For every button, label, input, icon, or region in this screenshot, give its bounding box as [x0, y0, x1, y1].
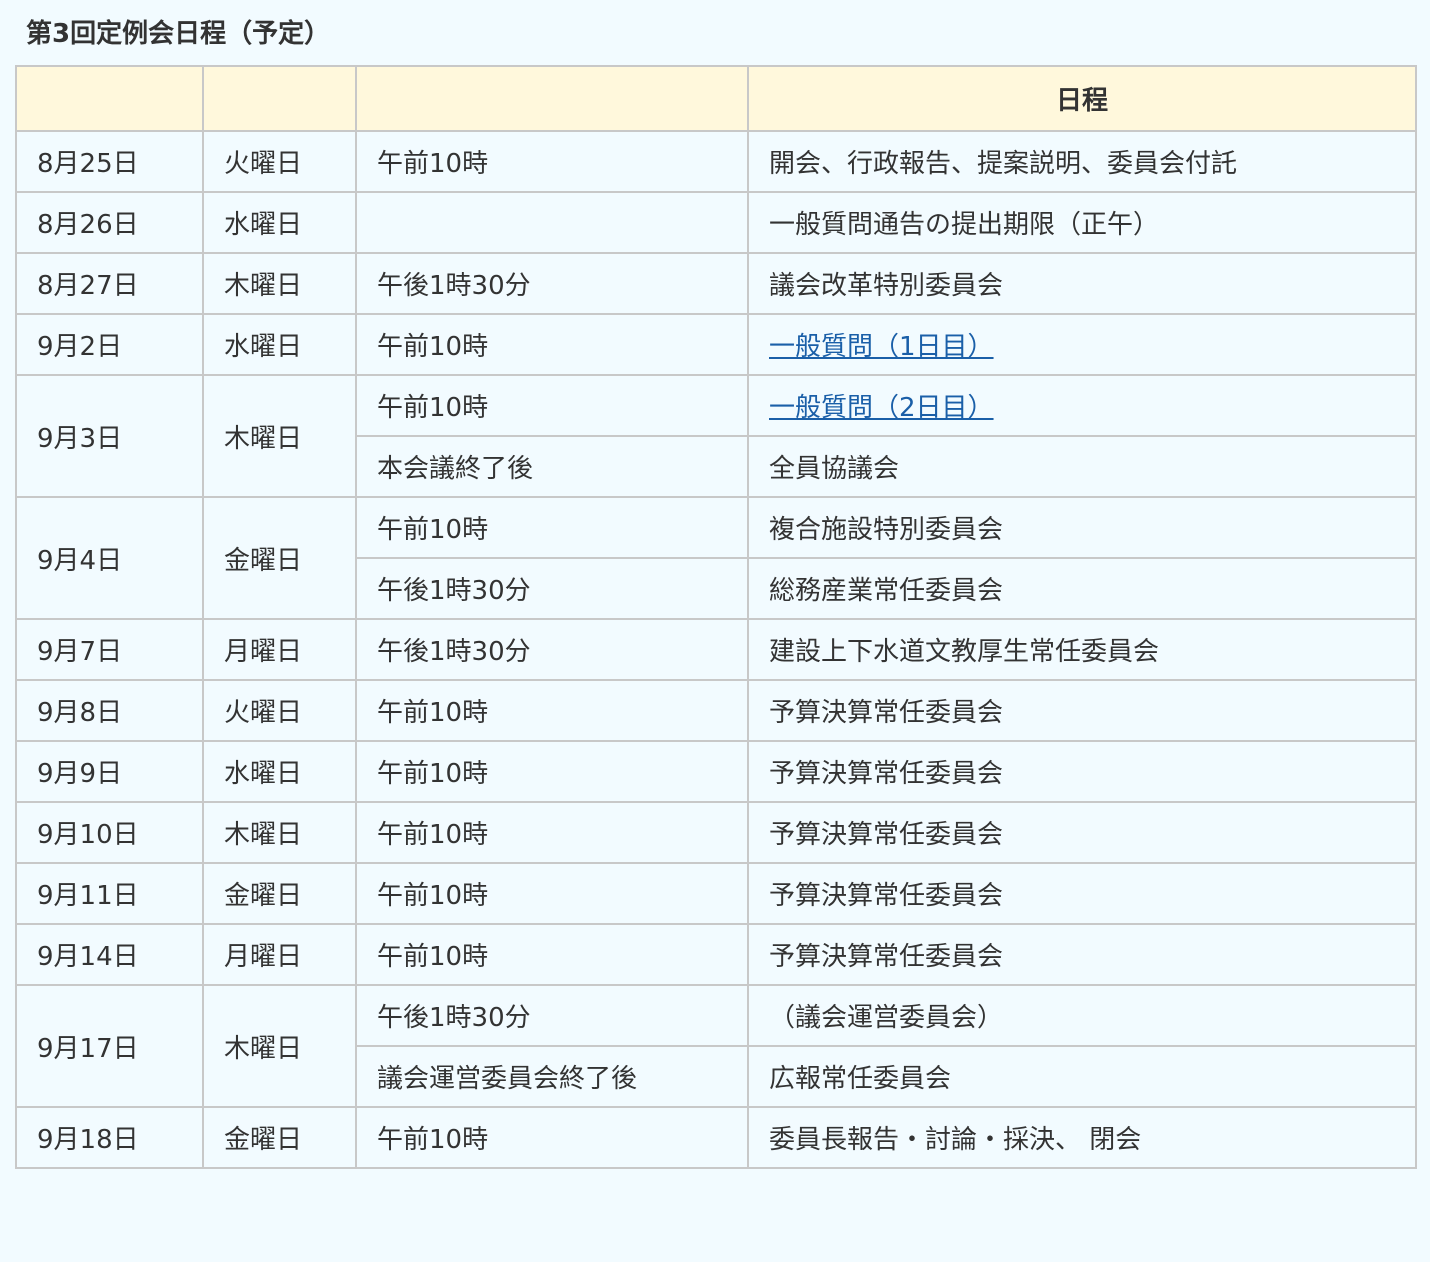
- time-cell: 午後1時30分: [355, 984, 749, 1047]
- weekday-cell: 月曜日: [202, 618, 357, 681]
- schedule-cell: 議会改革特別委員会: [747, 252, 1417, 315]
- time-cell: 本会議終了後: [355, 435, 749, 498]
- table-row: 9月3日 木曜日 午前10時 一般質問（2日目）: [15, 374, 1417, 498]
- schedule-cell: 予算決算常任委員会: [747, 679, 1417, 742]
- weekday-cell: 火曜日: [202, 679, 357, 742]
- table-row: 9月10日 木曜日 午前10時 予算決算常任委員会: [15, 801, 1417, 864]
- time-cell: 午前10時: [355, 374, 749, 437]
- table-row: 9月11日 金曜日 午前10時 予算決算常任委員会: [15, 862, 1417, 925]
- header-schedule: 日程: [747, 65, 1417, 132]
- time-cell: 午後1時30分: [355, 618, 749, 681]
- date-cell: 9月2日: [15, 313, 204, 376]
- header-time: [355, 65, 749, 132]
- time-cell: 午前10時: [355, 1106, 749, 1169]
- header-date: [15, 65, 204, 132]
- schedule-cell: 一般質問（1日目）: [747, 313, 1417, 376]
- date-cell: 9月3日: [15, 374, 204, 498]
- date-cell: 9月14日: [15, 923, 204, 986]
- table-row: 9月18日 金曜日 午前10時 委員長報告・討論・採決、 閉会: [15, 1106, 1417, 1169]
- time-cell: 午前10時: [355, 740, 749, 803]
- schedule-cell: 予算決算常任委員会: [747, 801, 1417, 864]
- table-row: 8月27日 木曜日 午後1時30分 議会改革特別委員会: [15, 252, 1417, 315]
- time-cell: 午前10時: [355, 496, 749, 559]
- header-weekday: [202, 65, 357, 132]
- schedule-cell: （議会運営委員会）: [747, 984, 1417, 1047]
- schedule-cell: 委員長報告・討論・採決、 閉会: [747, 1106, 1417, 1169]
- weekday-cell: 水曜日: [202, 313, 357, 376]
- time-cell: 議会運営委員会終了後: [355, 1045, 749, 1108]
- time-cell: [355, 191, 749, 254]
- table-row: 9月4日 金曜日 午前10時 複合施設特別委員会: [15, 496, 1417, 620]
- weekday-cell: 金曜日: [202, 1106, 357, 1169]
- date-cell: 9月18日: [15, 1106, 204, 1169]
- date-cell: 8月27日: [15, 252, 204, 315]
- time-cell: 午前10時: [355, 679, 749, 742]
- date-cell: 9月4日: [15, 496, 204, 620]
- table-row: 9月9日 水曜日 午前10時 予算決算常任委員会: [15, 740, 1417, 803]
- schedule-cell: 予算決算常任委員会: [747, 862, 1417, 925]
- page-title: 第3回定例会日程（予定）: [26, 19, 331, 49]
- table-row: 8月26日 水曜日 一般質問通告の提出期限（正午）: [15, 191, 1417, 254]
- date-cell: 8月26日: [15, 191, 204, 254]
- table-header-row: 日程: [15, 65, 1417, 132]
- weekday-cell: 木曜日: [202, 374, 357, 498]
- time-cell: 午前10時: [355, 862, 749, 925]
- table-row: 9月17日 木曜日 午後1時30分 （議会運営委員会）: [15, 984, 1417, 1108]
- schedule-table: 日程 8月25日 火曜日 午前10時 開会、行政報告、提案説明、委員会付託 8月26日水…: [15, 65, 1417, 1169]
- weekday-cell: 火曜日: [202, 130, 357, 193]
- schedule-cell: 建設上下水道文教厚生常任委員会: [747, 618, 1417, 681]
- table-row: 9月14日 月曜日 午前10時 予算決算常任委員会: [15, 923, 1417, 986]
- time-cell: 午前10時: [355, 923, 749, 986]
- schedule-body: 8月25日 火曜日 午前10時 開会、行政報告、提案説明、委員会付託 8月26日 水曜日一…: [15, 130, 1417, 1169]
- general-question-link[interactable]: 一般質問（1日目）: [769, 332, 994, 362]
- date-cell: 9月8日: [15, 679, 204, 742]
- schedule-cell: 総務産業常任委員会: [747, 557, 1417, 620]
- table-row: 9月2日 水曜日 午前10時 一般質問（1日目）: [15, 313, 1417, 376]
- schedule-cell: 一般質問通告の提出期限（正午）: [747, 191, 1417, 254]
- weekday-cell: 水曜日: [202, 191, 357, 254]
- date-cell: 9月7日: [15, 618, 204, 681]
- weekday-cell: 水曜日: [202, 740, 357, 803]
- table-row: 9月7日 月曜日 午後1時30分 建設上下水道文教厚生常任委員会: [15, 618, 1417, 681]
- date-cell: 9月9日: [15, 740, 204, 803]
- schedule-cell: 開会、行政報告、提案説明、委員会付託: [747, 130, 1417, 193]
- weekday-cell: 金曜日: [202, 862, 357, 925]
- schedule-cell: 全員協議会: [747, 435, 1417, 498]
- table-row: 9月8日 火曜日 午前10時 予算決算常任委員会: [15, 679, 1417, 742]
- weekday-cell: 木曜日: [202, 252, 357, 315]
- time-cell: 午後1時30分: [355, 557, 749, 620]
- date-cell: 9月11日: [15, 862, 204, 925]
- schedule-cell: 複合施設特別委員会: [747, 496, 1417, 559]
- time-cell: 午後1時30分: [355, 252, 749, 315]
- general-question-link[interactable]: 一般質問（2日目）: [769, 393, 994, 423]
- schedule-cell: 予算決算常任委員会: [747, 740, 1417, 803]
- date-cell: 8月25日: [15, 130, 204, 193]
- weekday-cell: 金曜日: [202, 496, 357, 620]
- date-cell: 9月10日: [15, 801, 204, 864]
- schedule-cell: 予算決算常任委員会: [747, 923, 1417, 986]
- weekday-cell: 木曜日: [202, 984, 357, 1108]
- weekday-cell: 木曜日: [202, 801, 357, 864]
- time-cell: 午前10時: [355, 130, 749, 193]
- weekday-cell: 月曜日: [202, 923, 357, 986]
- date-cell: 9月17日: [15, 984, 204, 1108]
- time-cell: 午前10時: [355, 313, 749, 376]
- table-row: 8月25日 火曜日 午前10時 開会、行政報告、提案説明、委員会付託: [15, 130, 1417, 193]
- time-cell: 午前10時: [355, 801, 749, 864]
- schedule-cell: 一般質問（2日目）: [747, 374, 1417, 437]
- schedule-cell: 広報常任委員会: [747, 1045, 1417, 1108]
